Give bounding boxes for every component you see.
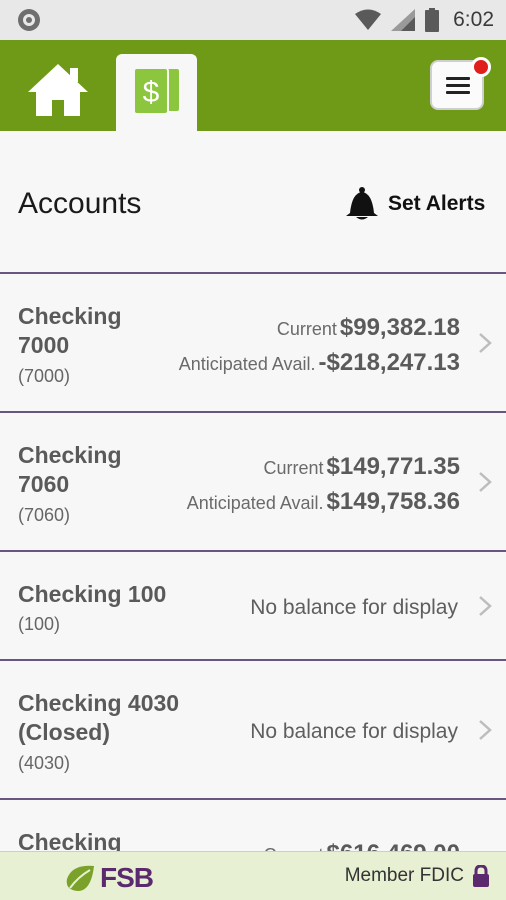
tab-accounts[interactable]: $ bbox=[116, 54, 197, 131]
chevron-right-icon bbox=[479, 720, 492, 740]
menu-bar-2 bbox=[446, 84, 470, 87]
dollar-bills-icon: $ bbox=[133, 67, 181, 115]
chevron-right-icon bbox=[479, 472, 492, 492]
status-time: 6:02 bbox=[453, 8, 494, 31]
anticipated-value: -$218,247.13 bbox=[318, 349, 460, 376]
current-label: Current bbox=[263, 458, 324, 478]
home-button[interactable] bbox=[26, 62, 92, 118]
current-value: $99,382.18 bbox=[339, 314, 460, 341]
account-row[interactable]: Checking 7060 (7060) Current $149,771.35… bbox=[0, 413, 506, 552]
anticipated-balance: Anticipated Avail. $149,758.36 bbox=[187, 488, 460, 516]
wifi-icon bbox=[355, 9, 382, 30]
no-balance-text: No balance for display bbox=[250, 720, 458, 743]
member-fdic-label: Member FDIC bbox=[344, 865, 464, 886]
account-number: (7000) bbox=[18, 366, 71, 386]
battery-icon bbox=[425, 8, 440, 32]
account-row[interactable]: Checking 100 (100) No balance for displa… bbox=[0, 552, 506, 661]
account-number: (7060) bbox=[18, 505, 71, 525]
svg-text:$: $ bbox=[143, 76, 160, 109]
account-name-line1: Checking 4030 bbox=[18, 690, 180, 716]
home-icon bbox=[28, 64, 88, 116]
member-fdic: Member FDIC bbox=[345, 865, 490, 887]
account-name: Checking 100 bbox=[18, 581, 167, 607]
account-name-line2: 7000 bbox=[18, 332, 70, 358]
leaf-logo-icon bbox=[66, 865, 94, 891]
account-name: Checking 4030 (Closed) bbox=[18, 689, 179, 747]
footer: FSB Member FDIC bbox=[0, 851, 506, 900]
page-title: Accounts bbox=[18, 187, 142, 220]
status-icons: 6:02 bbox=[355, 6, 494, 34]
account-name: Checking 7060 bbox=[18, 441, 122, 499]
chevron-right-icon bbox=[479, 333, 492, 353]
chevron-right-icon bbox=[479, 596, 492, 616]
account-row[interactable]: Checking 7000 (7000) Current $99,382.18 … bbox=[0, 274, 506, 413]
account-name: Checking 7000 bbox=[18, 302, 122, 360]
set-alerts-button[interactable]: Set Alerts bbox=[344, 187, 485, 221]
account-row[interactable]: Checking 4030 (Closed) (4030) No balance… bbox=[0, 661, 506, 800]
anticipated-balance: Anticipated Avail. -$218,247.13 bbox=[179, 349, 460, 377]
account-name-line2: (Closed) bbox=[18, 719, 110, 745]
lock-icon bbox=[473, 865, 489, 887]
account-number: (4030) bbox=[18, 753, 71, 773]
current-label: Current bbox=[276, 319, 337, 339]
current-balance: Current $99,382.18 bbox=[277, 314, 460, 342]
account-name-line1: Checking bbox=[18, 442, 122, 468]
account-number: (100) bbox=[18, 614, 61, 634]
set-alerts-label: Set Alerts bbox=[388, 192, 486, 215]
no-balance-text: No balance for display bbox=[250, 596, 458, 619]
anticipated-label: Anticipated Avail. bbox=[178, 354, 316, 374]
notification-dot bbox=[471, 57, 491, 77]
anticipated-label: Anticipated Avail. bbox=[186, 493, 324, 513]
account-name-line1: Checking bbox=[18, 303, 122, 329]
signal-icon bbox=[391, 9, 416, 31]
current-balance: Current $149,771.35 bbox=[264, 453, 461, 481]
menu-bar-3 bbox=[446, 91, 470, 94]
account-name-line2: 7060 bbox=[18, 471, 70, 497]
fsb-logo: FSB bbox=[64, 862, 154, 894]
app-screen: 6:02 $ Accounts Set Alerts Checking 7000… bbox=[0, 0, 506, 900]
bell-icon bbox=[346, 187, 378, 220]
status-bar: 6:02 bbox=[0, 0, 506, 40]
fsb-logo-text: FSB bbox=[100, 862, 154, 893]
camera-notification-icon bbox=[18, 9, 40, 31]
app-header: $ bbox=[0, 40, 506, 131]
anticipated-value: $149,758.36 bbox=[326, 488, 460, 515]
page-header: Accounts Set Alerts bbox=[0, 131, 506, 274]
menu-bar-1 bbox=[446, 77, 470, 80]
current-value: $149,771.35 bbox=[326, 453, 460, 480]
